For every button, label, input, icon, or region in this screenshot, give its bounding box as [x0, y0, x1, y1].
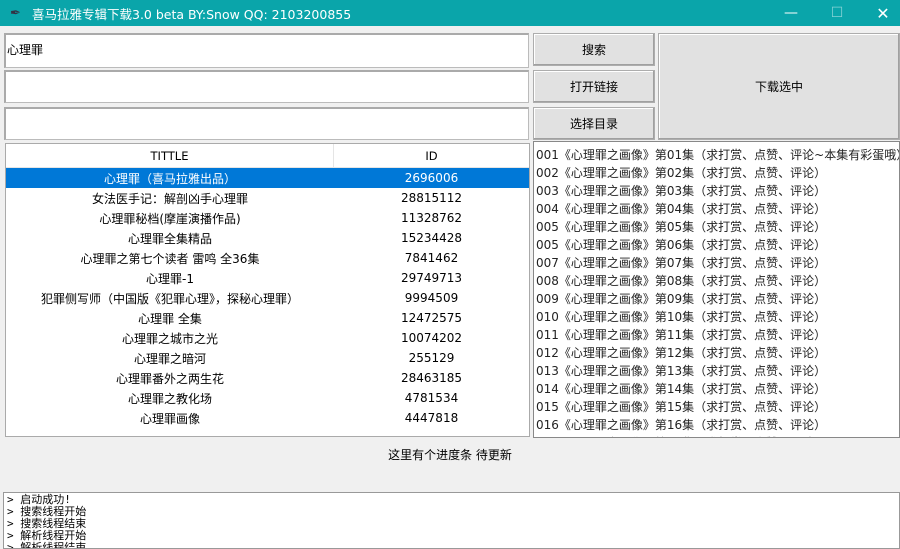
cell-id: 28463185: [400, 371, 463, 385]
cell-title: 心理罪番外之两生花: [115, 371, 224, 386]
cell-id: 28815112: [400, 191, 463, 205]
log-line: > 解析线程开始: [7, 529, 87, 542]
close-button[interactable]: ✕: [860, 0, 900, 26]
cell-id: 7841462: [404, 251, 459, 265]
table-row[interactable]: 心理罪之城市之光 10074202: [6, 328, 529, 348]
table-row[interactable]: 心理罪 全集 12472575: [6, 308, 529, 328]
cell-title: 犯罪侧写师（中国版《犯罪心理》，探秘心理罪）: [40, 291, 299, 306]
episode-listbox[interactable]: 001《心理罪之画像》第01集（求打赏、点赞、评论~本集有彩蛋哦） 002《心理罪…: [533, 141, 900, 438]
cell-id: 10074202: [400, 331, 463, 345]
episode-item[interactable]: 014《心理罪之画像》第14集（求打赏、点赞、评论）: [534, 380, 899, 398]
cell-id: 255129: [408, 351, 455, 365]
episode-item[interactable]: 012《心理罪之画像》第12集（求打赏、点赞、评论）: [534, 344, 899, 362]
cell-title: 心理罪之教化场: [127, 391, 212, 406]
search-input[interactable]: 心理罪: [4, 33, 529, 68]
cell-id: 2696006: [404, 171, 459, 185]
table-row[interactable]: 心理罪全集精品 15234428: [6, 228, 529, 248]
download-selected-button[interactable]: 下载选中: [658, 33, 900, 140]
episode-item[interactable]: 001《心理罪之画像》第01集（求打赏、点赞、评论~本集有彩蛋哦）: [534, 146, 899, 164]
episode-item[interactable]: 003《心理罪之画像》第03集（求打赏、点赞、评论）: [534, 182, 899, 200]
episode-item[interactable]: 011《心理罪之画像》第11集（求打赏、点赞、评论）: [534, 326, 899, 344]
open-link-button[interactable]: 打开链接: [533, 70, 655, 103]
log-line: > 搜索线程开始: [7, 505, 87, 518]
cell-title: 心理罪之城市之光: [121, 331, 218, 346]
table-row[interactable]: 心理罪-1 29749713: [6, 268, 529, 288]
cell-id: 4781534: [404, 391, 459, 405]
table-row[interactable]: 心理罪秘档(摩崖演播作品) 11328762: [6, 208, 529, 228]
episode-item[interactable]: 017《心理罪之画像》第17集（求打赏、点赞、评论）: [534, 434, 899, 437]
cell-id: 9994509: [404, 291, 459, 305]
table-row[interactable]: 心理罪之教化场 4781534: [6, 388, 529, 408]
cell-title: 心理罪秘档(摩崖演播作品): [99, 211, 241, 226]
episode-item[interactable]: 005《心理罪之画像》第06集（求打赏、点赞、评论）: [534, 236, 899, 254]
table-row[interactable]: 心理罪番外之两生花 28463185: [6, 368, 529, 388]
episode-item[interactable]: 010《心理罪之画像》第10集（求打赏、点赞、评论）: [534, 308, 899, 326]
choose-directory-button[interactable]: 选择目录: [533, 107, 655, 140]
cell-id: 15234428: [400, 231, 463, 245]
cell-title: 心理罪之第七个读者 雷鸣 全36集: [80, 251, 260, 266]
cell-id: 11328762: [400, 211, 463, 225]
episode-item[interactable]: 008《心理罪之画像》第08集（求打赏、点赞、评论）: [534, 272, 899, 290]
minimize-button[interactable]: —: [768, 0, 814, 26]
episode-item[interactable]: 015《心理罪之画像》第15集（求打赏、点赞、评论）: [534, 398, 899, 416]
cell-title: 心理罪全集精品: [127, 231, 212, 246]
log-line: > 解析线程结束: [7, 541, 87, 549]
cell-title: 心理罪（喜马拉雅出品）: [103, 171, 236, 186]
table-row[interactable]: 心理罪（喜马拉雅出品） 2696006: [6, 168, 529, 188]
episode-item[interactable]: 005《心理罪之画像》第05集（求打赏、点赞、评论）: [534, 218, 899, 236]
episode-item[interactable]: 009《心理罪之画像》第09集（求打赏、点赞、评论）: [534, 290, 899, 308]
cell-title: 心理罪-1: [146, 271, 194, 286]
feather-icon: ✒: [10, 5, 21, 21]
log-line: > 启动成功!: [7, 493, 71, 506]
cell-id: 12472575: [400, 311, 463, 325]
cell-id: 29749713: [400, 271, 463, 285]
table-row[interactable]: 心理罪之第七个读者 雷鸣 全36集 7841462: [6, 248, 529, 268]
link-input[interactable]: [4, 70, 529, 103]
cell-title: 女法医手记：解剖凶手心理罪: [91, 191, 248, 206]
cell-title: 心理罪 全集: [138, 311, 202, 326]
progress-label: 这里有个进度条 待更新: [388, 448, 512, 462]
column-header-title[interactable]: TITTLE: [6, 144, 334, 167]
episode-item[interactable]: 002《心理罪之画像》第02集（求打赏、点赞、评论）: [534, 164, 899, 182]
episode-item[interactable]: 007《心理罪之画像》第07集（求打赏、点赞、评论）: [534, 254, 899, 272]
episode-item[interactable]: 013《心理罪之画像》第13集（求打赏、点赞、评论）: [534, 362, 899, 380]
log-output: > 启动成功! > 搜索线程开始 > 搜索线程结束 > 解析线程开始 > 解析线程结束: [3, 492, 900, 549]
table-row[interactable]: 心理罪之暗河 255129: [6, 348, 529, 368]
table-row[interactable]: 女法医手记：解剖凶手心理罪 28815112: [6, 188, 529, 208]
directory-input[interactable]: [4, 107, 529, 140]
cell-title: 心理罪画像: [139, 411, 200, 426]
maximize-button[interactable]: ☐: [814, 0, 860, 26]
cell-title: 心理罪之暗河: [133, 351, 206, 366]
table-row[interactable]: 犯罪侧写师（中国版《犯罪心理》，探秘心理罪） 9994509: [6, 288, 529, 308]
search-button[interactable]: 搜索: [533, 33, 655, 66]
album-table: TITTLE ID 心理罪（喜马拉雅出品） 2696006 女法医手记：解剖凶手心理…: [5, 143, 530, 437]
table-row[interactable]: 心理罪画像 4447818: [6, 408, 529, 428]
title-bar: ✒ 喜马拉雅专辑下载3.0 beta BY:Snow QQ: 210320085…: [0, 0, 900, 26]
cell-id: 4447818: [404, 411, 459, 425]
column-header-id[interactable]: ID: [334, 144, 529, 167]
episode-item[interactable]: 004《心理罪之画像》第04集（求打赏、点赞、评论）: [534, 200, 899, 218]
window-title: 喜马拉雅专辑下载3.0 beta BY:Snow QQ: 2103200855: [32, 6, 352, 22]
episode-item[interactable]: 016《心理罪之画像》第16集（求打赏、点赞、评论）: [534, 416, 899, 434]
log-line: > 搜索线程结束: [7, 517, 87, 530]
table-header: TITTLE ID: [6, 144, 529, 168]
